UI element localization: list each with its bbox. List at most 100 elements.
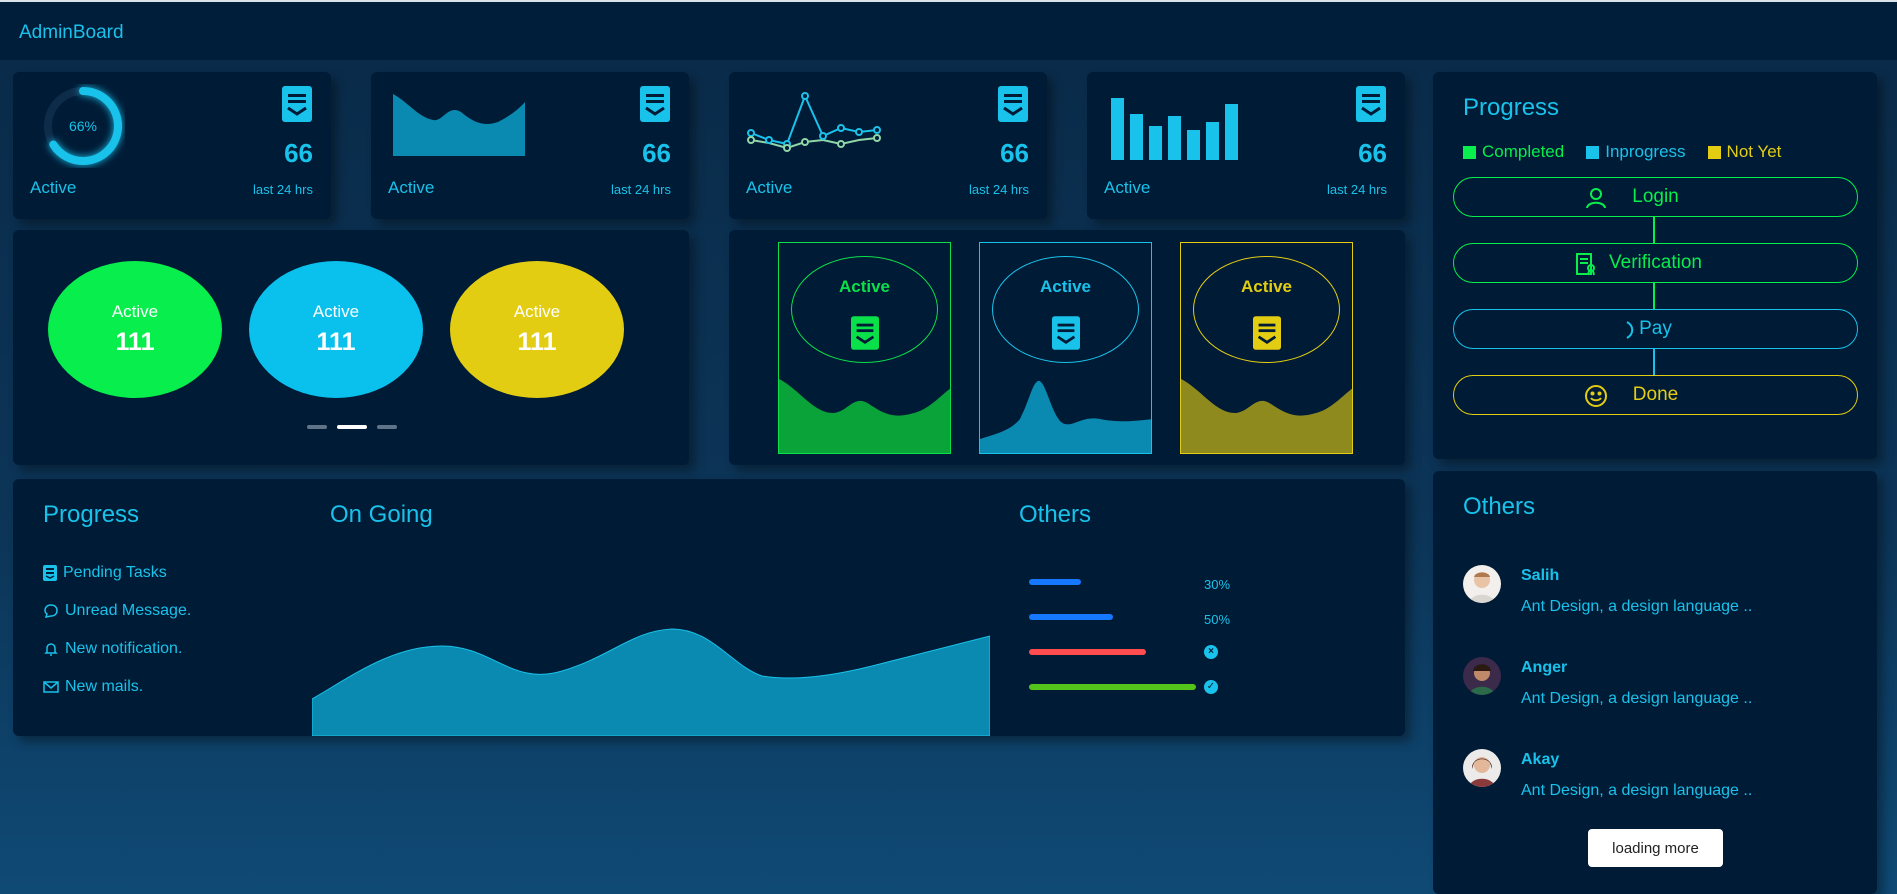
- document-icon: [998, 86, 1028, 127]
- progress-percent: 30%: [1204, 577, 1231, 592]
- kpi-value: 66: [1358, 138, 1387, 168]
- ongoing-title: On Going: [330, 501, 433, 528]
- kpi-label: Active: [746, 178, 793, 197]
- kpi-sub: last 24 hrs: [253, 182, 313, 197]
- kpi-card-area: 66 Active last 24 hrs: [371, 72, 689, 219]
- kpi-card-ring: 66% 66 Active last 24 hrs: [13, 72, 331, 219]
- panel-yellow[interactable]: Active: [1180, 242, 1353, 454]
- legend-label: Not Yet: [1726, 142, 1782, 161]
- bubble-label: Active: [312, 302, 360, 321]
- step-pay[interactable]: Pay: [1453, 309, 1858, 349]
- exception-icon: ×: [1204, 645, 1218, 659]
- panel-title: Active: [838, 277, 891, 296]
- document-icon: [851, 316, 879, 355]
- list-item-messages[interactable]: Unread Message.: [43, 592, 191, 630]
- step-label: Pay: [1639, 318, 1672, 339]
- bubble-value: 111: [517, 328, 557, 356]
- bubble-yellow[interactable]: Active 111: [450, 261, 624, 398]
- person-description: Ant Design, a design language ..: [1521, 690, 1753, 707]
- step-connector: [1653, 349, 1655, 375]
- success-icon: ✓: [1204, 680, 1218, 694]
- list-item-label: Pending Tasks: [63, 564, 167, 581]
- list-item-mails[interactable]: New mails.: [43, 668, 191, 706]
- step-connector: [1653, 283, 1655, 309]
- kpi-value: 66: [1000, 138, 1029, 168]
- others-title: Others: [1463, 493, 1536, 520]
- legend-swatch: [1463, 145, 1476, 159]
- panel-green[interactable]: Active: [778, 242, 951, 454]
- progress-percent: 50%: [1204, 612, 1231, 627]
- mini-area-chart: [393, 94, 525, 156]
- bubble-blue[interactable]: Active 111: [249, 261, 423, 398]
- legend-inprogress: Inprogress: [1586, 142, 1686, 162]
- bubble-value: 111: [115, 328, 155, 356]
- list-item-label: New notification.: [65, 640, 183, 657]
- ring-percent: 66%: [69, 118, 97, 134]
- bubble-label: Active: [111, 302, 159, 321]
- mini-bar-chart: [1111, 98, 1238, 160]
- overview-card: Progress Pending Tasks Unread Message. N…: [13, 479, 1405, 736]
- person-name[interactable]: Salih: [1521, 567, 1559, 585]
- document-icon: [43, 565, 57, 581]
- progress-list: Pending Tasks Unread Message. New notifi…: [43, 554, 191, 706]
- carousel-dot[interactable]: [307, 425, 327, 429]
- status-panels: Active Active Active: [729, 230, 1405, 465]
- person-name[interactable]: Anger: [1521, 659, 1567, 677]
- progress-bar: [1029, 579, 1081, 585]
- avatar: [1463, 749, 1501, 787]
- document-icon: [1052, 316, 1080, 355]
- others-bars-title: Others: [1019, 501, 1092, 528]
- kpi-value: 66: [642, 138, 671, 168]
- ring-gauge: 66%: [44, 87, 122, 165]
- bottom-progress-title: Progress: [43, 501, 140, 528]
- step-connector: [1653, 217, 1655, 243]
- kpi-label: Active: [1104, 178, 1151, 197]
- document-icon: [640, 86, 670, 127]
- step-done[interactable]: Done: [1453, 375, 1858, 415]
- ongoing-area-chart: [312, 628, 990, 736]
- list-item-pending[interactable]: Pending Tasks: [43, 554, 191, 592]
- document-icon: [1356, 86, 1386, 127]
- load-more-button[interactable]: loading more: [1588, 829, 1723, 867]
- step-verification[interactable]: Verification: [1453, 243, 1858, 283]
- chat-icon: [44, 604, 58, 618]
- legend-completed: Completed: [1463, 142, 1564, 162]
- step-label: Done: [1632, 384, 1679, 405]
- document-icon: [282, 86, 312, 127]
- legend-swatch: [1707, 145, 1721, 159]
- panel-wave: [1181, 379, 1352, 453]
- avatar: [1463, 565, 1501, 603]
- step-label: Verification: [1609, 252, 1702, 273]
- list-item-label: New mails.: [65, 678, 144, 695]
- person-description: Ant Design, a design language ..: [1521, 598, 1753, 615]
- step-label: Login: [1632, 186, 1679, 207]
- document-icon: [1253, 316, 1281, 355]
- list-item-notification[interactable]: New notification.: [43, 630, 191, 668]
- brand-title[interactable]: AdminBoard: [19, 22, 124, 44]
- progress-bar: [1029, 649, 1146, 655]
- panel-title: Active: [1039, 277, 1092, 296]
- mini-line-chart: [747, 92, 881, 152]
- carousel-dot-active[interactable]: [337, 425, 367, 429]
- kpi-value: 66: [284, 138, 313, 168]
- bubble-carousel: Active 111 Active 111 Active 111: [13, 230, 689, 465]
- others-card: Others Salih Ant Design, a design langua…: [1433, 471, 1877, 894]
- progress-bar: [1029, 684, 1196, 690]
- legend-swatch: [1586, 145, 1600, 159]
- kpi-sub: last 24 hrs: [611, 182, 671, 197]
- bubble-value: 111: [316, 328, 356, 356]
- panel-title: Active: [1240, 277, 1293, 296]
- legend-label: Inprogress: [1605, 142, 1686, 161]
- panel-wave: [980, 380, 1151, 453]
- legend-label: Completed: [1482, 142, 1565, 161]
- progress-card: Progress Completed Inprogress Not Yet Lo…: [1433, 72, 1877, 459]
- bubble-green[interactable]: Active 111: [48, 261, 222, 398]
- panel-blue[interactable]: Active: [979, 242, 1152, 454]
- list-item-label: Unread Message.: [65, 602, 192, 619]
- kpi-card-bars: 66 Active last 24 hrs: [1087, 72, 1405, 219]
- certificate-icon: [1574, 252, 1598, 282]
- progress-title: Progress: [1463, 94, 1560, 121]
- carousel-dot[interactable]: [377, 425, 397, 429]
- person-name[interactable]: Akay: [1521, 751, 1559, 769]
- step-login[interactable]: Login: [1453, 177, 1858, 217]
